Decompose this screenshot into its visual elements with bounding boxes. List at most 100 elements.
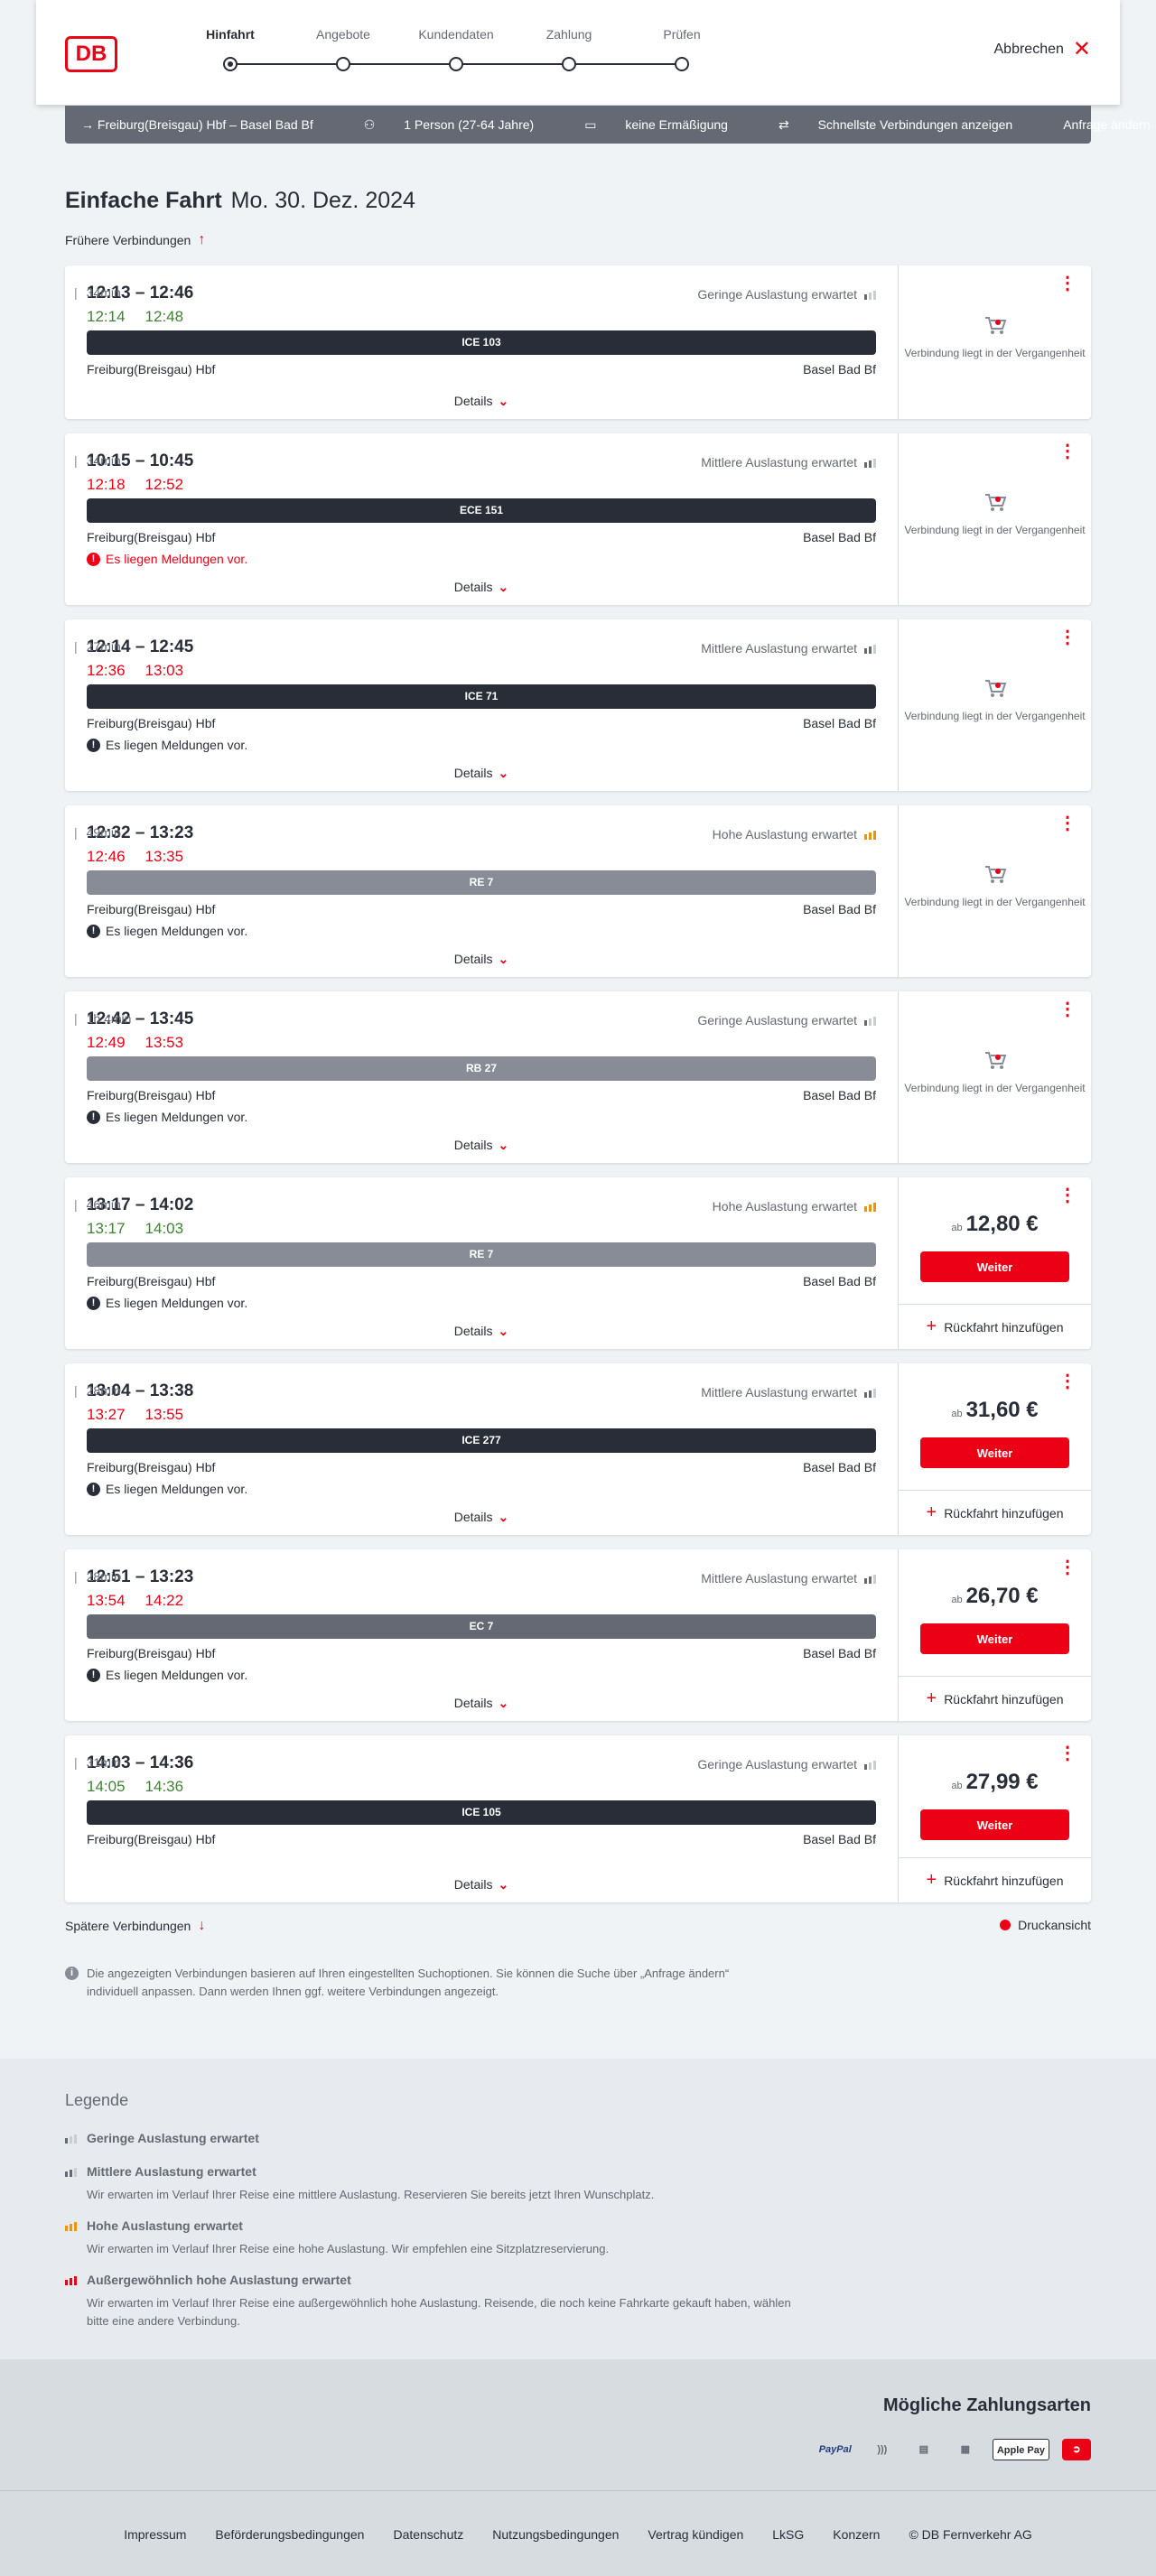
- footer-link[interactable]: Konzern: [833, 2527, 880, 2542]
- print-view-link[interactable]: Druckansicht: [1000, 1918, 1091, 1932]
- connection-main: 10:15 – 10:4534min12:1812:52Mittlere Aus…: [65, 433, 898, 605]
- message-notice[interactable]: ! Es liegen Meldungen vor.: [87, 924, 247, 938]
- details-toggle[interactable]: Details ⌄: [65, 1877, 898, 1892]
- train-bar[interactable]: RE 7: [87, 1242, 876, 1267]
- legend-item-title-text: Mittlere Auslastung erwartet: [87, 2164, 256, 2179]
- step-0-dot[interactable]: [223, 57, 238, 71]
- discount-summary: ▭ keine Ermäßigung: [584, 117, 753, 133]
- step-0-label[interactable]: Hinfahrt: [176, 27, 284, 42]
- earlier-connections-link[interactable]: Frühere Verbindungen ↑: [65, 232, 205, 248]
- connection-card[interactable]: 13:17 – 14:0246min13:1714:03Hohe Auslast…: [65, 1177, 1091, 1349]
- db-logo[interactable]: DB: [65, 36, 117, 72]
- step-2-label[interactable]: Kundendaten: [402, 27, 510, 42]
- step-3-dot[interactable]: [562, 57, 576, 71]
- footer-link[interactable]: Nutzungsbedingungen: [492, 2527, 619, 2542]
- add-return-button[interactable]: + Rückfahrt hinzufügen: [899, 1676, 1091, 1721]
- footer-link[interactable]: Impressum: [124, 2527, 186, 2542]
- more-options-icon[interactable]: ⋮: [1058, 274, 1077, 293]
- message-notice[interactable]: ! Es liegen Meldungen vor.: [87, 1668, 247, 1682]
- more-options-icon[interactable]: ⋮: [1058, 1186, 1077, 1204]
- more-options-icon[interactable]: ⋮: [1058, 1372, 1077, 1390]
- train-bar[interactable]: ICE 277: [87, 1428, 876, 1453]
- legend-item-title-text: Geringe Auslastung erwartet: [87, 2131, 259, 2145]
- connection-card[interactable]: 12:51 – 13:2328min13:5414:22Mittlere Aus…: [65, 1549, 1091, 1721]
- details-toggle[interactable]: Details ⌄: [65, 766, 898, 781]
- more-options-icon[interactable]: ⋮: [1058, 1000, 1077, 1018]
- cancel-button[interactable]: Abbrechen ✕: [994, 39, 1092, 60]
- fastest-text: Schnellste Verbindungen anzeigen: [817, 116, 1013, 132]
- details-label: Details: [453, 952, 493, 966]
- details-toggle[interactable]: Details ⌄: [65, 580, 898, 595]
- train-bar[interactable]: RE 7: [87, 870, 876, 895]
- train-bar[interactable]: ICE 71: [87, 684, 876, 709]
- add-return-button[interactable]: + Rückfahrt hinzufügen: [899, 1304, 1091, 1349]
- details-toggle[interactable]: Details ⌄: [65, 1510, 898, 1525]
- message-notice[interactable]: ! Es liegen Meldungen vor.: [87, 1110, 247, 1124]
- return-label: Rückfahrt hinzufügen: [944, 1505, 1064, 1520]
- origin-station: Freiburg(Breisgau) Hbf: [87, 1832, 216, 1846]
- later-label: Spätere Verbindungen: [65, 1919, 191, 1933]
- details-toggle[interactable]: Details ⌄: [65, 1324, 898, 1339]
- paypal-icon: PayPal: [818, 2444, 852, 2455]
- add-return-button[interactable]: + Rückfahrt hinzufügen: [899, 1490, 1091, 1535]
- footer-link[interactable]: Datenschutz: [393, 2527, 463, 2542]
- connection-card[interactable]: 12:14 – 12:4527min12:3613:03Mittlere Aus…: [65, 619, 1091, 791]
- duration: 46min: [65, 1197, 121, 1212]
- details-toggle[interactable]: Details ⌄: [65, 394, 898, 409]
- more-options-icon[interactable]: ⋮: [1058, 1558, 1077, 1576]
- load-indicator: Hohe Auslastung erwartet: [713, 1199, 876, 1214]
- footer-link[interactable]: Beförderungsbedingungen: [215, 2527, 364, 2542]
- connection-card[interactable]: 10:15 – 10:4534min12:1812:52Mittlere Aus…: [65, 433, 1091, 605]
- more-options-icon[interactable]: ⋮: [1058, 442, 1077, 460]
- footer-link[interactable]: LkSG: [772, 2527, 804, 2542]
- step-1-label[interactable]: Angebote: [289, 27, 397, 42]
- step-1-dot[interactable]: [336, 57, 350, 71]
- details-toggle[interactable]: Details ⌄: [65, 1138, 898, 1153]
- connection-card[interactable]: 14:03 – 14:3631min14:0514:36Geringe Ausl…: [65, 1735, 1091, 1902]
- destination-station: Basel Bad Bf: [803, 1274, 876, 1288]
- duration: 34min: [65, 453, 121, 468]
- load-indicator: Geringe Auslastung erwartet: [697, 1757, 876, 1772]
- more-options-icon[interactable]: ⋮: [1058, 1744, 1077, 1762]
- destination-station: Basel Bad Bf: [803, 362, 876, 377]
- change-query-button[interactable]: Anfrage ändern✎: [1063, 117, 1156, 133]
- realtime-times: 12:49 13:53: [87, 1034, 183, 1052]
- step-4-label[interactable]: Prüfen: [628, 27, 736, 42]
- fastest-toggle[interactable]: ⇄ Schnellste Verbindungen anzeigen: [778, 117, 1038, 133]
- legend-item-title: Hohe Auslastung erwartet: [65, 2218, 806, 2233]
- message-notice[interactable]: ! Es liegen Meldungen vor.: [87, 552, 247, 566]
- train-bar[interactable]: EC 7: [87, 1614, 876, 1639]
- footer-link[interactable]: Vertrag kündigen: [648, 2527, 743, 2542]
- route-summary: → Freiburg(Breisgau) Hbf – Basel Bad Bf: [81, 117, 313, 132]
- step-3-label[interactable]: Zahlung: [515, 27, 623, 42]
- later-connections-link[interactable]: Spätere Verbindungen ↓: [65, 1918, 205, 1934]
- connection-card[interactable]: 13:04 – 13:3828min13:2713:55Mittlere Aus…: [65, 1363, 1091, 1535]
- train-bar[interactable]: ICE 105: [87, 1800, 876, 1825]
- connection-card[interactable]: 12:13 – 12:4634min12:1412:48Geringe Ausl…: [65, 265, 1091, 419]
- footer-link[interactable]: © DB Fernverkehr AG: [909, 2527, 1031, 2542]
- message-notice[interactable]: ! Es liegen Meldungen vor.: [87, 1296, 247, 1310]
- info-text: Die angezeigten Verbindungen basieren au…: [87, 1967, 730, 1998]
- continue-button[interactable]: Weiter: [920, 1809, 1069, 1840]
- continue-button[interactable]: Weiter: [920, 1437, 1069, 1468]
- more-options-icon[interactable]: ⋮: [1058, 814, 1077, 832]
- train-bar[interactable]: ICE 103: [87, 330, 876, 355]
- duration: 31min: [65, 1755, 121, 1770]
- train-bar[interactable]: ECE 151: [87, 498, 876, 523]
- destination-station: Basel Bad Bf: [803, 1646, 876, 1660]
- continue-button[interactable]: Weiter: [920, 1623, 1069, 1654]
- message-notice[interactable]: ! Es liegen Meldungen vor.: [87, 738, 247, 752]
- return-label: Rückfahrt hinzufügen: [944, 1691, 1064, 1706]
- details-toggle[interactable]: Details ⌄: [65, 952, 898, 967]
- continue-button[interactable]: Weiter: [920, 1251, 1069, 1282]
- offer-panel: ⋮ Verbindung liegt in der Vergangenheit: [898, 619, 1091, 791]
- connection-card[interactable]: 12:32 – 13:2349min12:4613:35Hohe Auslast…: [65, 805, 1091, 977]
- details-toggle[interactable]: Details ⌄: [65, 1696, 898, 1711]
- step-4-dot[interactable]: [675, 57, 689, 71]
- train-bar[interactable]: RB 27: [87, 1056, 876, 1081]
- more-options-icon[interactable]: ⋮: [1058, 628, 1077, 646]
- add-return-button[interactable]: + Rückfahrt hinzufügen: [899, 1857, 1091, 1902]
- step-2-dot[interactable]: [449, 57, 463, 71]
- connection-card[interactable]: 12:42 – 13:451h 4min12:4913:53Geringe Au…: [65, 991, 1091, 1163]
- message-notice[interactable]: ! Es liegen Meldungen vor.: [87, 1482, 247, 1496]
